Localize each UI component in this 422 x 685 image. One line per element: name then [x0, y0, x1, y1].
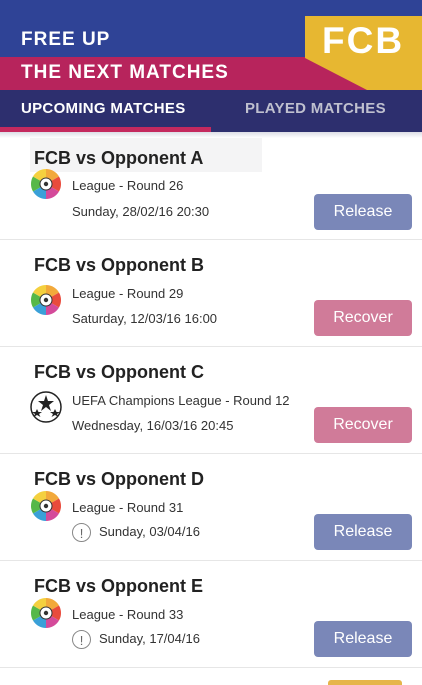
- release-button[interactable]: Release: [314, 621, 412, 657]
- release-button[interactable]: Release: [314, 514, 412, 550]
- fcb-logo-text: FCB: [322, 20, 405, 61]
- recover-button[interactable]: Recover: [314, 407, 412, 443]
- match-row: FCB vs Opponent D League - Round 31! Sund…: [0, 454, 422, 561]
- header-title-line2: THE NEXT MATCHES: [21, 62, 229, 83]
- match-title: FCB vs Opponent A: [34, 148, 204, 168]
- match-title: FCB vs Opponent B: [34, 255, 204, 275]
- header-title-line1: FREE UP: [21, 29, 111, 50]
- match-title: FCB vs Opponent C: [34, 362, 204, 382]
- match-competition: League - Round 26: [72, 178, 184, 193]
- match-title: FCB vs Opponent E: [34, 576, 204, 596]
- match-date: Saturday, 12/03/16 16:00: [72, 311, 218, 326]
- warning-icon: !: [72, 523, 91, 542]
- match-row: FCB vs Opponent A League - Round 26 Sunda…: [0, 132, 422, 240]
- liga-logo-icon: [29, 489, 63, 523]
- match-competition: League - Round 29: [72, 286, 184, 301]
- match-date-line: ! Sunday, 03/04/16: [72, 523, 200, 542]
- match-row: FCB vs Opponent E League - Round 33! Sund…: [0, 561, 422, 668]
- match-competition: UEFA Champions League - Round 12: [72, 393, 290, 408]
- match-date: Sunday, 17/04/16: [99, 630, 200, 646]
- tab-upcoming-matches[interactable]: UPCOMING MATCHES: [0, 90, 211, 132]
- match-date: Sunday, 28/02/16 20:30: [72, 204, 210, 219]
- match-date: Wednesday, 16/03/16 20:45: [72, 418, 234, 433]
- header: FREE UP THE NEXT MATCHES FCB: [0, 0, 422, 90]
- liga-logo-icon: [29, 167, 63, 201]
- match-row: FCB vs Opponent B League - Round 29 Satur…: [0, 240, 422, 347]
- warning-icon: !: [72, 630, 91, 649]
- liga-logo-icon: [29, 596, 63, 630]
- match-title: FCB vs Opponent D: [34, 469, 204, 489]
- champions-league-icon: [29, 390, 63, 424]
- tab-played-matches[interactable]: PLAYED MATCHES: [211, 90, 422, 132]
- recover-button[interactable]: Recover: [314, 300, 412, 336]
- liga-logo-icon: [29, 283, 63, 317]
- match-competition: League - Round 31: [72, 500, 184, 515]
- match-date-line: ! Sunday, 17/04/16: [72, 630, 200, 649]
- match-list: FCB vs Opponent A League - Round 26 Sunda…: [0, 132, 422, 668]
- bottom-peek-tab: [328, 680, 402, 685]
- tab-bar: UPCOMING MATCHES PLAYED MATCHES: [0, 90, 422, 132]
- fcb-logo: FCB: [305, 16, 422, 90]
- match-date: Sunday, 03/04/16: [99, 523, 200, 539]
- release-button[interactable]: Release: [314, 194, 412, 230]
- app: FREE UP THE NEXT MATCHES FCB UPCOMING MA…: [0, 0, 422, 685]
- match-row: FCB vs Opponent C UEFA Champions League …: [0, 347, 422, 454]
- match-competition: League - Round 33: [72, 607, 184, 622]
